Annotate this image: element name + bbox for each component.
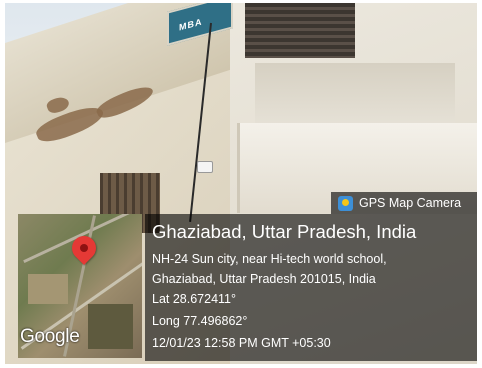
- app-name: GPS Map Camera: [359, 196, 462, 210]
- timestamp: 12/01/23 12:58 PM GMT +05:30: [152, 336, 331, 350]
- gps-map-camera-app-icon: [338, 195, 353, 211]
- cctv-camera: [197, 161, 213, 173]
- google-attribution: Google: [20, 326, 80, 347]
- address-line-1: NH-24 Sun city, near Hi-tech world schoo…: [152, 252, 387, 266]
- app-badge: GPS Map Camera: [331, 192, 477, 214]
- screenshot-frame: MBA GPS Map Camera Google Ghaziabad, Utt…: [0, 0, 482, 368]
- window-shutter: [245, 3, 355, 58]
- address-line-2: Ghaziabad, Uttar Pradesh 201015, India: [152, 272, 376, 286]
- map-field: [28, 274, 68, 304]
- sign-text: MBA: [179, 16, 203, 33]
- map-field: [88, 304, 133, 349]
- latitude: Lat 28.672411°: [152, 292, 237, 306]
- longitude: Long 77.496862°: [152, 314, 248, 328]
- location-info-panel: Ghaziabad, Uttar Pradesh, India NH-24 Su…: [145, 214, 477, 361]
- map-thumbnail[interactable]: Google: [18, 214, 142, 358]
- location-title: Ghaziabad, Uttar Pradesh, India: [152, 221, 417, 242]
